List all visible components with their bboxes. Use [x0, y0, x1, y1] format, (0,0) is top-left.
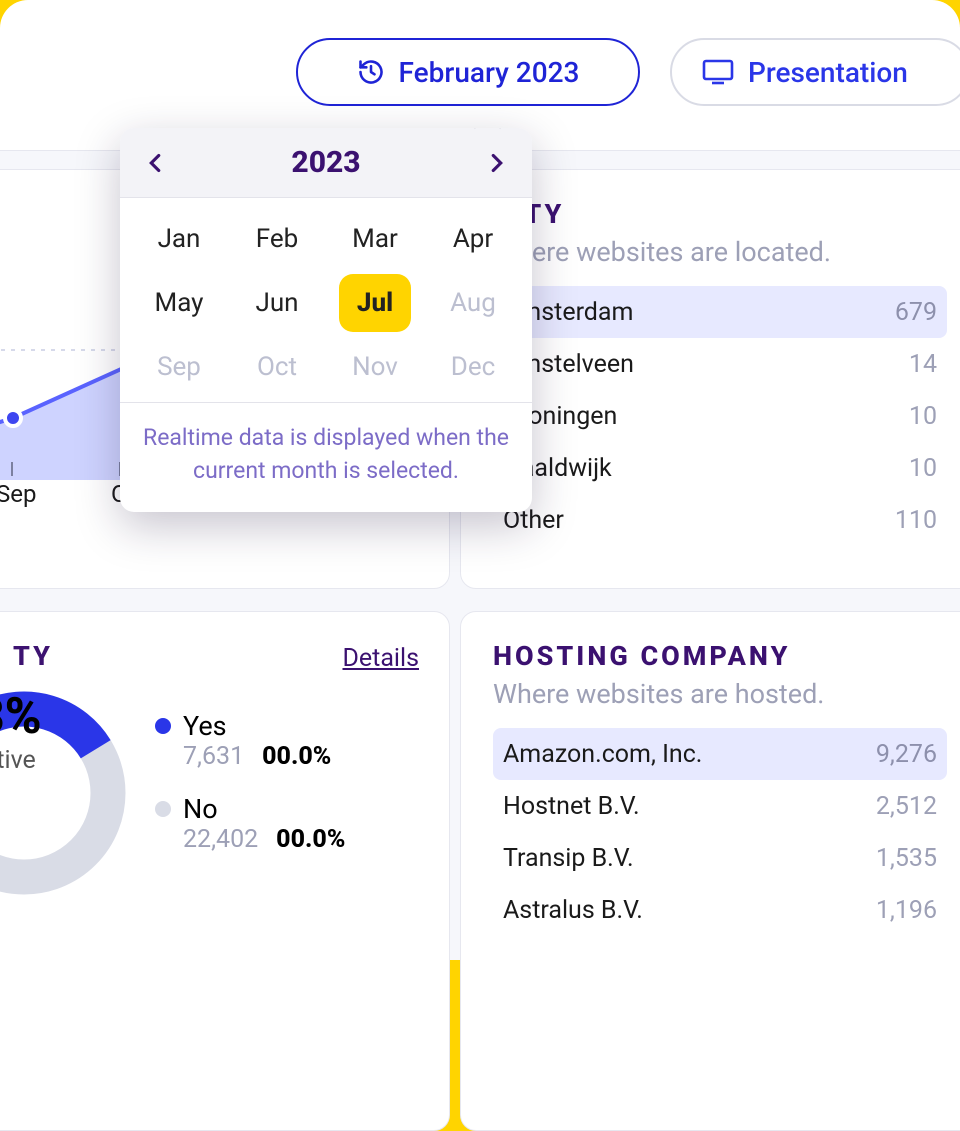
axis-tick: [11, 462, 13, 476]
city-row[interactable]: Amsterdam679: [493, 286, 947, 338]
host-name: Transip B.V.: [503, 844, 634, 873]
chevron-right-icon: [489, 153, 505, 173]
legend-dot-icon: [155, 801, 171, 817]
date-range-button[interactable]: February 2023: [296, 38, 640, 106]
month-jun[interactable]: Jun: [228, 274, 326, 332]
city-row[interactable]: Groningen10: [493, 390, 947, 442]
city-value: 679: [895, 298, 937, 327]
donut-percent: .3%: [0, 688, 42, 746]
hosting-subtitle: Where websites are hosted.: [493, 678, 947, 710]
activity-card: TY Details Yes7,63100.0%No22,40200.0% .3…: [0, 611, 450, 1131]
legend-pct: 00.0%: [276, 825, 345, 854]
city-value: 14: [909, 350, 937, 379]
next-year-button[interactable]: [482, 148, 512, 178]
month-mar[interactable]: Mar: [326, 210, 424, 268]
legend-count: 7,631: [183, 742, 244, 771]
host-row[interactable]: Astralus B.V. 1,196: [493, 884, 947, 936]
legend-item: No22,402 00.0%: [155, 793, 345, 854]
details-link[interactable]: Details: [342, 644, 419, 673]
month-jan[interactable]: Jan: [130, 210, 228, 268]
city-value: 10: [909, 454, 937, 483]
legend-dot-icon: [155, 718, 171, 734]
host-value: 2,512: [876, 792, 937, 821]
host-value: 1,196: [876, 896, 937, 925]
host-name: Astralus B.V.: [503, 896, 643, 925]
city-rows: Amsterdam679Amstelveen14Groningen10Naald…: [493, 286, 947, 546]
month-picker-header: 2023: [120, 128, 532, 198]
legend-pct: 00.0%: [262, 742, 331, 771]
host-name: Hostnet B.V.: [503, 792, 640, 821]
hosting-card: HOSTING COMPANY Where websites are hoste…: [460, 611, 960, 1131]
legend-item: Yes7,631 00.0%: [155, 710, 345, 771]
city-value: 110: [895, 506, 937, 535]
month-grid: JanFebMarApr MayJunJulAug SepOctNovDec: [120, 198, 532, 402]
city-value: 10: [909, 402, 937, 431]
month-aug: Aug: [424, 274, 522, 332]
donut-wrap: Yes7,63100.0%No22,40200.0%: [0, 688, 345, 898]
app-frame: February 2023 Presentation Sep O CITY: [0, 0, 960, 960]
history-icon: [357, 58, 385, 86]
chevron-left-icon: [147, 153, 163, 173]
axis-label-sep: Sep: [0, 480, 36, 508]
month-picker-popup: 2023 JanFebMarApr MayJunJulAug SepOctNovDe…: [120, 128, 532, 512]
month-may[interactable]: May: [130, 274, 228, 332]
city-card-subtitle: Where websites are located.: [493, 236, 947, 268]
month-feb[interactable]: Feb: [228, 210, 326, 268]
city-row[interactable]: Amstelveen14: [493, 338, 947, 390]
month-dec: Dec: [424, 338, 522, 396]
host-value: 9,276: [876, 740, 937, 769]
host-name: Amazon.com, Inc.: [503, 740, 702, 769]
hosting-rows: Amazon.com, Inc. 9,276 Hostnet B.V. 2,512 Tr…: [493, 728, 947, 936]
hosting-title: HOSTING COMPANY: [493, 640, 947, 672]
host-row[interactable]: Hostnet B.V. 2,512: [493, 780, 947, 832]
month-apr[interactable]: Apr: [424, 210, 522, 268]
month-oct: Oct: [228, 338, 326, 396]
legend-count: 22,402: [183, 825, 258, 854]
city-row[interactable]: Naaldwijk10: [493, 442, 947, 494]
month-picker-footer: Realtime data is displayed when the curr…: [120, 402, 532, 512]
top-bar: February 2023 Presentation: [0, 38, 960, 108]
host-value: 1,535: [876, 844, 937, 873]
donut-caption: Active: [0, 746, 42, 775]
month-nov: Nov: [326, 338, 424, 396]
presentation-icon: [702, 59, 734, 85]
city-row[interactable]: Other110: [493, 494, 947, 546]
year-label: 2023: [291, 145, 360, 180]
presentation-button[interactable]: Presentation: [670, 38, 960, 106]
legend: Yes7,63100.0%No22,40200.0%: [155, 710, 345, 876]
month-jul[interactable]: Jul: [339, 274, 411, 332]
date-range-label: February 2023: [399, 56, 580, 89]
month-sep: Sep: [130, 338, 228, 396]
host-row[interactable]: Amazon.com, Inc. 9,276: [493, 728, 947, 780]
presentation-label: Presentation: [748, 56, 908, 89]
prev-year-button[interactable]: [140, 148, 170, 178]
legend-label: No: [183, 793, 345, 825]
host-row[interactable]: Transip B.V. 1,535: [493, 832, 947, 884]
city-card: CITY Where websites are located. Amsterd…: [460, 169, 960, 589]
legend-label: Yes: [183, 710, 331, 742]
donut-center: .3% Active: [0, 688, 42, 775]
city-card-title: CITY: [493, 198, 947, 230]
